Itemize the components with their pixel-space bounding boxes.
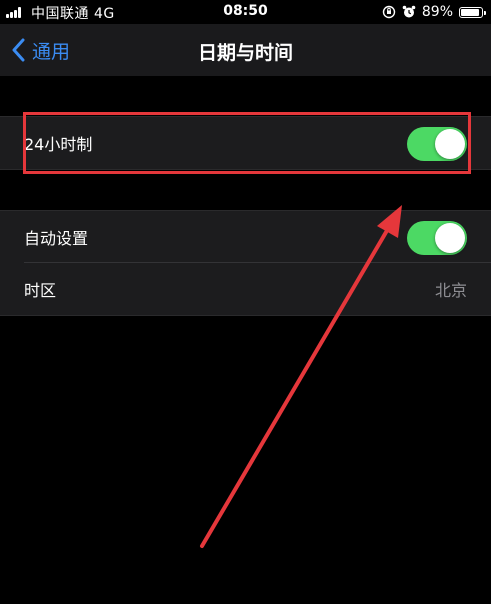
orientation-lock-icon — [382, 5, 396, 19]
row-24-hour-label: 24小时制 — [24, 135, 93, 154]
battery-fill — [461, 8, 479, 16]
battery-icon — [459, 6, 486, 18]
row-auto-set-label: 自动设置 — [24, 229, 89, 248]
row-timezone-value: 北京 — [434, 281, 467, 300]
toggle-knob — [435, 223, 465, 253]
toggle-24-hour[interactable] — [407, 127, 467, 161]
toggle-knob — [435, 129, 465, 159]
settings-group-time-format: 24小时制 — [0, 116, 491, 170]
nav-bar: 通用 日期与时间 — [0, 24, 491, 76]
settings-group-auto: 自动设置 时区 北京 — [0, 210, 491, 316]
battery-percent: 89% — [421, 4, 453, 20]
alarm-icon — [402, 5, 416, 18]
status-bar: 中国联通 4G 08:50 89% — [0, 0, 491, 24]
toggle-auto-set[interactable] — [407, 221, 467, 255]
row-timezone[interactable]: 时区 北京 — [0, 263, 491, 315]
row-timezone-label: 时区 — [24, 281, 57, 300]
row-auto-set: 自动设置 — [0, 211, 491, 263]
row-24-hour: 24小时制 — [0, 117, 491, 169]
page-title: 日期与时间 — [197, 42, 293, 64]
status-right-group: 89% — [382, 3, 486, 21]
